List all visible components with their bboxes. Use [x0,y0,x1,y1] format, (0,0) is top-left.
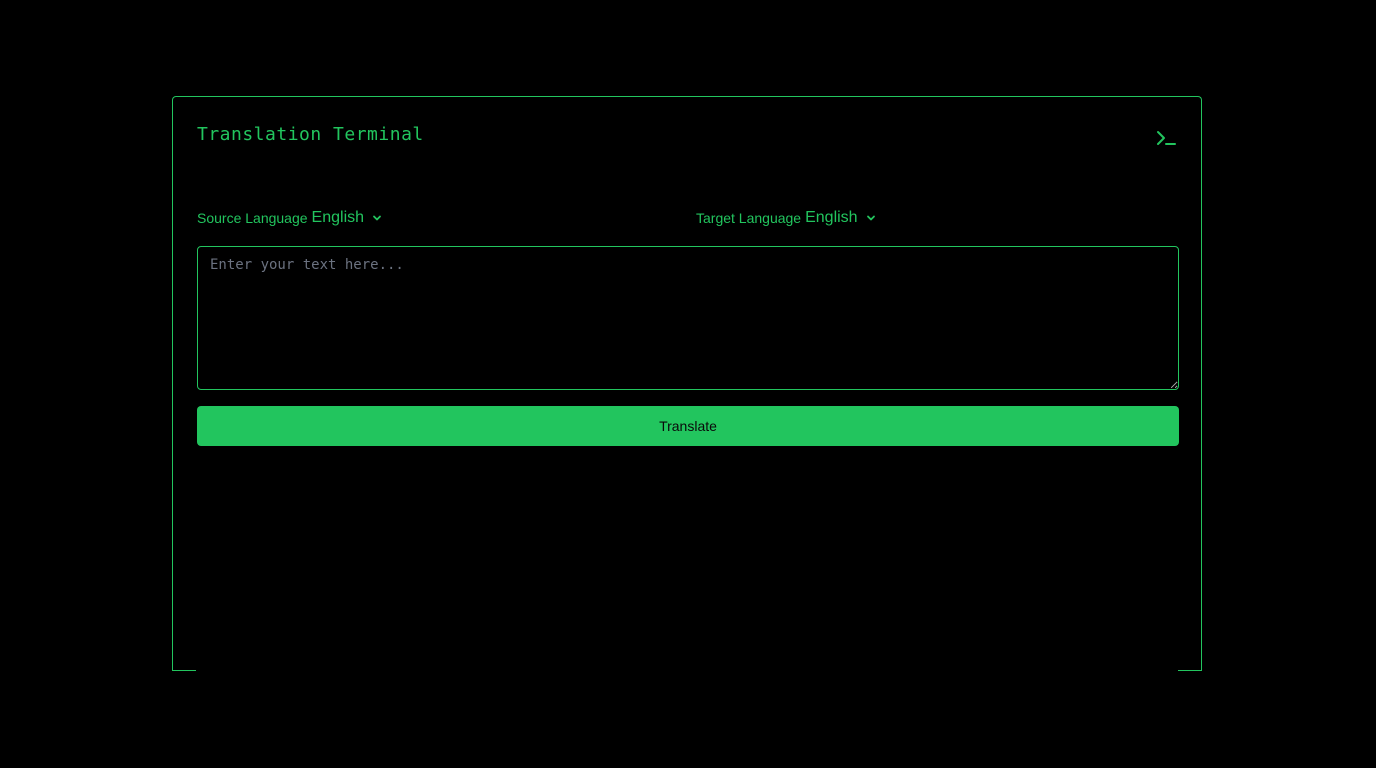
target-language-select[interactable]: Target Language English [696,208,876,228]
card-corner-right [1178,670,1202,671]
target-language-label: Target Language [696,210,802,226]
page-title: Translation Terminal [197,124,424,145]
source-language-label: Source Language [197,210,308,226]
source-text-input[interactable] [197,246,1179,390]
card-corner-left [172,670,196,671]
chevron-down-icon [866,215,875,221]
translate-button[interactable]: Translate [197,406,1179,446]
target-language-value: English [805,209,858,226]
source-language-select[interactable]: Source Language English [197,208,382,228]
terminal-icon [1157,131,1176,145]
source-language-value: English [311,209,365,226]
chevron-down-icon [373,215,381,221]
